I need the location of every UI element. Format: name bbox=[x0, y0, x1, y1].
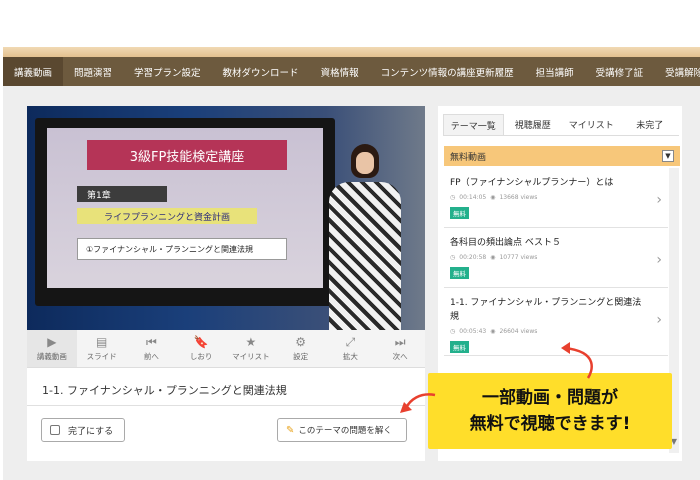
control-label: しおり bbox=[189, 351, 213, 361]
control-previous[interactable]: ⏮ 前へ bbox=[127, 330, 177, 367]
eye-icon: ◉ bbox=[490, 328, 496, 335]
slide-subtitle: ライフプランニングと資金計画 bbox=[77, 208, 257, 224]
item-title: FP（ファイナンシャルプランナー）とは bbox=[450, 178, 614, 188]
item-views: 26604 views bbox=[499, 328, 538, 335]
lecturer-figure bbox=[317, 134, 412, 330]
promo-callout: 一部動画・問題が 無料で視聴できます! bbox=[428, 373, 672, 449]
filter-select[interactable]: 無料動画 ▼ bbox=[444, 146, 680, 166]
free-badge: 無料 bbox=[450, 207, 469, 219]
divider bbox=[27, 405, 425, 406]
control-label: スライド bbox=[86, 351, 117, 361]
solve-theme-problems-button[interactable]: ✎ このテーマの問題を解く bbox=[277, 418, 407, 442]
filter-select-value: 無料動画 bbox=[450, 152, 487, 163]
control-label: 前へ bbox=[143, 351, 159, 361]
control-label: 講義動画 bbox=[36, 351, 67, 361]
item-duration: 00:20:58 bbox=[459, 254, 487, 261]
play-circle-icon: ▶ bbox=[47, 334, 57, 349]
tab-history[interactable]: 視聴履歴 bbox=[504, 114, 563, 135]
nav-item-instructor[interactable]: 担当講師 bbox=[525, 57, 585, 86]
main-nav: 講義動画 問題演習 学習プラン設定 教材ダウンロード 資格情報 コンテンツ情報の… bbox=[3, 57, 700, 86]
clock-icon: ◷ bbox=[450, 328, 456, 335]
page: 講義動画 問題演習 学習プラン設定 教材ダウンロード 資格情報 コンテンツ情報の… bbox=[0, 0, 700, 480]
item-views: 10777 views bbox=[499, 254, 538, 261]
expand-icon: ⤢ bbox=[345, 334, 356, 349]
item-meta: ◷ 00:14:05 ◉ 13668 views bbox=[450, 194, 662, 201]
item-meta: ◷ 00:20:58 ◉ 10777 views bbox=[450, 254, 662, 261]
callout-line-1: 一部動画・問題が bbox=[482, 388, 618, 408]
star-plus-icon: ★ bbox=[245, 334, 257, 349]
list-item[interactable]: 1-1. ファイナンシャル・プランニングと関連法規 ◷ 00:05:43 ◉ 2… bbox=[444, 288, 668, 356]
nav-item-downloads[interactable]: 教材ダウンロード bbox=[212, 57, 310, 86]
player-controls: ▶ 講義動画 ▤ スライド ⏮ 前へ 🔖 しおり ★ マイリスト ⚙ 設定 ⤢ … bbox=[27, 330, 425, 368]
control-label: マイリスト bbox=[232, 351, 270, 361]
tab-mylist[interactable]: マイリスト bbox=[562, 114, 621, 135]
checkbox-icon bbox=[50, 425, 60, 435]
control-slide[interactable]: ▤ スライド bbox=[77, 330, 127, 367]
lecturer-face bbox=[356, 152, 374, 174]
item-views: 13668 views bbox=[499, 194, 538, 201]
header-strip bbox=[3, 47, 700, 57]
lecturer-body bbox=[329, 182, 401, 330]
tv-monitor: 3級FP技能検定講座 第1章 ライフプランニングと資金計画 ①ファイナンシャル・… bbox=[35, 118, 335, 306]
nav-item-practice[interactable]: 問題演習 bbox=[63, 57, 123, 86]
control-label: 次へ bbox=[392, 351, 408, 361]
mark-complete-button[interactable]: 完了にする bbox=[41, 418, 125, 442]
free-badge: 無料 bbox=[450, 267, 469, 279]
slide-screen: 3級FP技能検定講座 第1章 ライフプランニングと資金計画 ①ファイナンシャル・… bbox=[47, 128, 323, 288]
clock-icon: ◷ bbox=[450, 254, 456, 261]
lesson-title: 1-1. ファイナンシャル・プランニングと関連法規 bbox=[42, 384, 287, 397]
nav-item-cancel[interactable]: 受講解除 bbox=[654, 57, 700, 86]
chevron-right-icon: › bbox=[656, 252, 662, 268]
control-lecture-video[interactable]: ▶ 講義動画 bbox=[27, 330, 77, 367]
nav-item-qualification[interactable]: 資格情報 bbox=[310, 57, 370, 86]
clock-icon: ◷ bbox=[450, 194, 456, 201]
item-title: 1-1. ファイナンシャル・プランニングと関連法規 bbox=[450, 298, 642, 322]
chevron-down-icon: ▼ bbox=[662, 150, 674, 162]
eye-icon: ◉ bbox=[490, 254, 496, 261]
solve-label: このテーマの問題を解く bbox=[298, 426, 392, 436]
control-next[interactable]: ⏭ 次へ bbox=[375, 330, 425, 367]
control-label: 設定 bbox=[293, 351, 309, 361]
list-item[interactable]: 各科目の頻出論点 ベスト５ ◷ 00:20:58 ◉ 10777 views 無… bbox=[444, 228, 668, 288]
nav-item-certificate[interactable]: 受講修了証 bbox=[585, 57, 655, 86]
slide-bullet: ①ファイナンシャル・プランニングと関連法規 bbox=[77, 238, 287, 260]
tab-incomplete[interactable]: 未完了 bbox=[621, 114, 680, 135]
list-item[interactable]: FP（ファイナンシャルプランナー）とは ◷ 00:14:05 ◉ 13668 v… bbox=[444, 168, 668, 228]
control-label: 拡大 bbox=[342, 351, 358, 361]
slide-title: 3級FP技能検定講座 bbox=[87, 140, 287, 170]
nav-item-study-plan[interactable]: 学習プラン設定 bbox=[123, 57, 212, 86]
control-mylist[interactable]: ★ マイリスト bbox=[226, 330, 276, 367]
next-icon: ⏭ bbox=[394, 334, 406, 349]
slide-icon: ▤ bbox=[95, 334, 108, 349]
control-bookmark[interactable]: 🔖 しおり bbox=[176, 330, 226, 367]
free-badge: 無料 bbox=[450, 341, 469, 353]
slide-chapter: 第1章 bbox=[77, 186, 167, 202]
item-title: 各科目の頻出論点 ベスト５ bbox=[450, 238, 562, 248]
item-duration: 00:05:43 bbox=[459, 328, 487, 335]
tab-theme-list[interactable]: テーマ一覧 bbox=[443, 114, 504, 135]
pencil-icon: ✎ bbox=[286, 424, 295, 436]
nav-item-lecture-videos[interactable]: 講義動画 bbox=[3, 57, 64, 86]
video-player[interactable]: 3級FP技能検定講座 第1章 ライフプランニングと資金計画 ①ファイナンシャル・… bbox=[27, 106, 425, 330]
item-meta: ◷ 00:05:43 ◉ 26604 views bbox=[450, 328, 662, 335]
mark-complete-label: 完了にする bbox=[68, 426, 114, 437]
chevron-right-icon: › bbox=[656, 312, 662, 328]
control-expand[interactable]: ⤢ 拡大 bbox=[326, 330, 376, 367]
callout-line-2: 無料で視聴できます! bbox=[469, 414, 631, 434]
bookmark-icon: 🔖 bbox=[193, 334, 209, 349]
nav-item-update-history[interactable]: コンテンツ情報の講座更新履歴 bbox=[370, 57, 525, 86]
item-duration: 00:14:05 bbox=[459, 194, 487, 201]
chevron-right-icon: › bbox=[656, 192, 662, 208]
sidebar-tabs: テーマ一覧 視聴履歴 マイリスト 未完了 bbox=[443, 114, 679, 136]
control-settings[interactable]: ⚙ 設定 bbox=[276, 330, 326, 367]
previous-icon: ⏮ bbox=[145, 334, 157, 349]
gear-icon: ⚙ bbox=[295, 334, 306, 349]
eye-icon: ◉ bbox=[490, 194, 496, 201]
